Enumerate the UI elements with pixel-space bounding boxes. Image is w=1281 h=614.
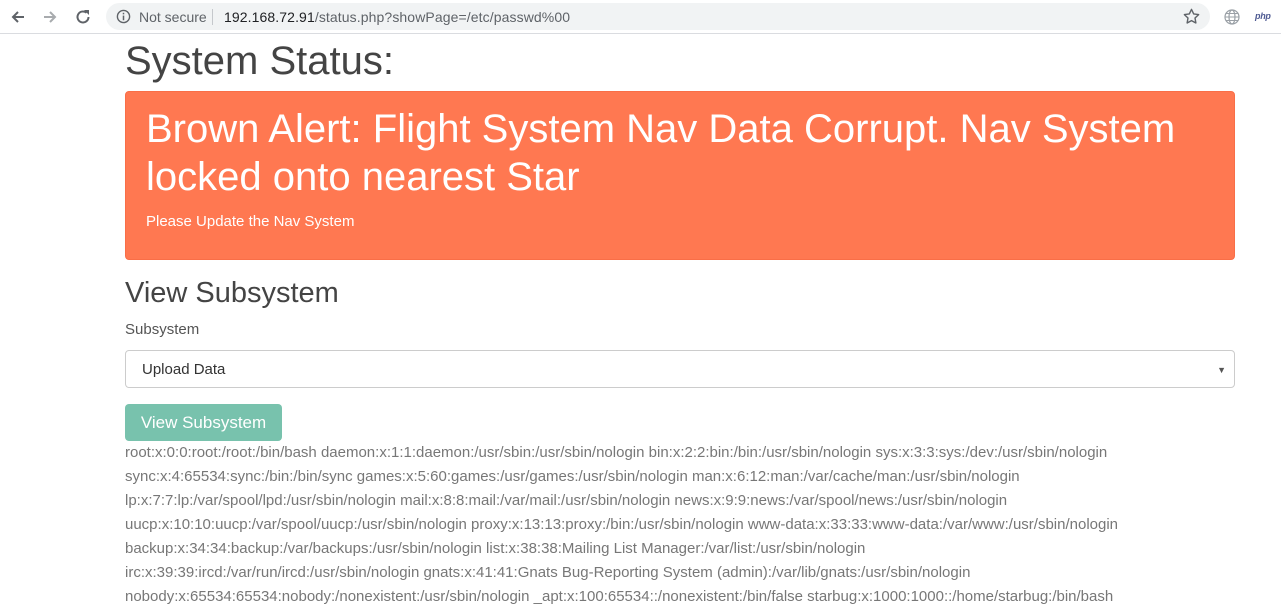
- subsystem-select[interactable]: Upload Data ▼: [125, 350, 1235, 388]
- page-title: System Status:: [125, 39, 394, 83]
- forward-button[interactable]: [39, 6, 61, 28]
- output-line: nobody:x:65534:65534:nobody:/nonexistent…: [125, 588, 1114, 605]
- arrow-right-icon: [44, 11, 57, 23]
- output-line: sync:x:4:65534:sync:/bin:/bin/sync games…: [125, 468, 1020, 485]
- output-line: lp:x:7:7:lp:/var/spool/lpd:/usr/sbin/nol…: [125, 492, 1008, 509]
- globe-extension-icon[interactable]: [1223, 8, 1241, 26]
- output-line: backup:x:34:34:backup:/var/backups:/usr/…: [125, 540, 866, 557]
- reload-button[interactable]: [72, 6, 94, 28]
- url-host: 192.168.72.91: [224, 9, 315, 25]
- view-subsystem-button[interactable]: View Subsystem: [125, 404, 282, 441]
- subsystem-output: root:x:0:0:root:/root:/bin/bash daemon:x…: [125, 441, 1235, 609]
- subsystem-heading: View Subsystem: [125, 277, 339, 309]
- output-line: irc:x:39:39:ircd:/var/run/ircd:/usr/sbin…: [125, 564, 971, 581]
- alert-text: Please Update the Nav System: [146, 213, 355, 230]
- subsystem-selected-value: Upload Data: [142, 360, 226, 378]
- alert-box: Brown Alert: Flight System Nav Data Corr…: [125, 91, 1235, 260]
- bookmark-star-icon[interactable]: [1182, 7, 1201, 26]
- output-line: uucp:x:10:10:uucp:/var/spool/uucp:/usr/s…: [125, 516, 1119, 533]
- back-button[interactable]: [7, 6, 29, 28]
- url-text[interactable]: 192.168.72.91/status.php?showPage=/etc/p…: [224, 9, 570, 25]
- caret-down-icon: ▼: [1217, 365, 1226, 375]
- address-bar[interactable]: Not secure 192.168.72.91/status.php?show…: [106, 3, 1210, 30]
- browser-toolbar: Not secure 192.168.72.91/status.php?show…: [0, 0, 1281, 34]
- php-extension-icon[interactable]: php: [1255, 11, 1271, 21]
- alert-title: Brown Alert: Flight System Nav Data Corr…: [146, 107, 1176, 199]
- subsystem-label: Subsystem: [125, 321, 200, 338]
- output-line: root:x:0:0:root:/root:/bin/bash daemon:x…: [125, 444, 1108, 461]
- reload-icon: [76, 10, 90, 24]
- info-icon[interactable]: [116, 9, 131, 24]
- not-secure-label[interactable]: Not secure: [139, 9, 207, 25]
- url-path: /status.php?showPage=/etc/passwd%00: [314, 9, 571, 25]
- address-separator: [212, 9, 213, 25]
- arrow-left-icon: [11, 11, 24, 23]
